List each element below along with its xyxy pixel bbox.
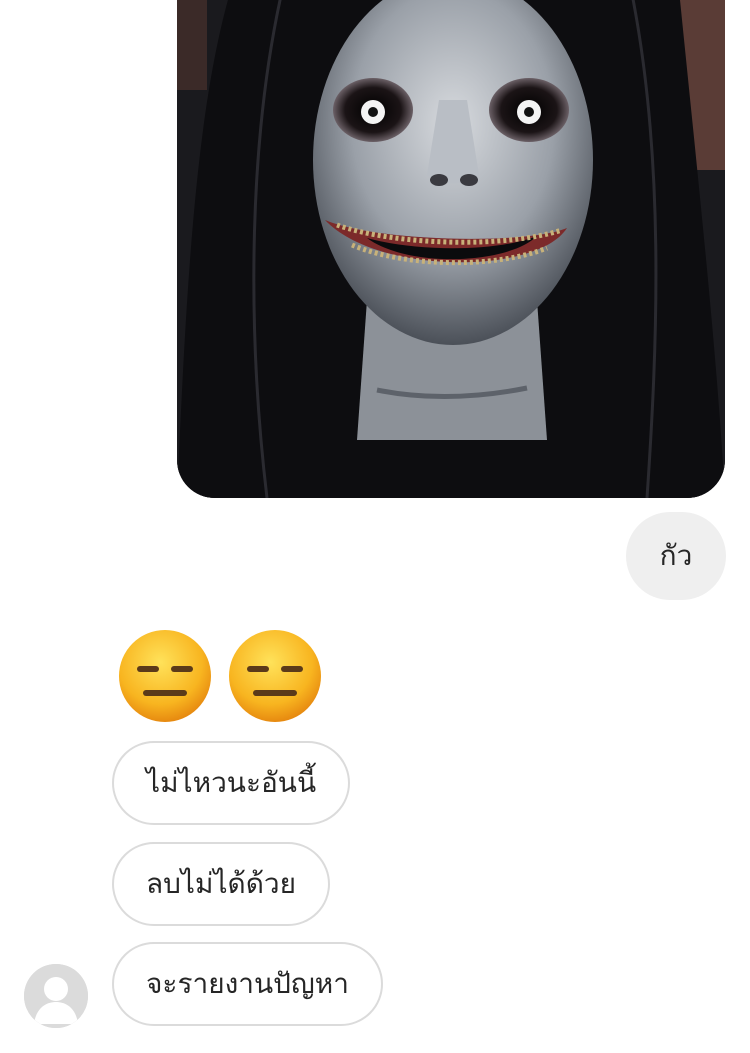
default-user-avatar-icon [24, 964, 88, 1028]
received-message-bubble[interactable]: จะรายงานปัญหา [112, 942, 383, 1026]
received-message-text: ลบไม่ได้ด้วย [146, 867, 297, 900]
sender-avatar[interactable] [24, 964, 88, 1028]
received-message-bubble[interactable]: ไม่ไหวนะอันนี้ [112, 741, 351, 825]
sent-message-bubble[interactable]: กัว [626, 512, 726, 600]
shared-photo-message[interactable] [177, 0, 725, 498]
expressionless-face-emoji-icon [229, 630, 321, 722]
expressionless-face-emoji-icon [119, 630, 211, 722]
sent-message-text: กัว [659, 539, 693, 572]
emoji-message[interactable] [117, 628, 323, 724]
received-message-text: ไม่ไหวนะอันนี้ [146, 766, 317, 799]
received-message-bubble[interactable]: ลบไม่ได้ด้วย [112, 842, 331, 926]
received-message-text: จะรายงานปัญหา [146, 967, 349, 1000]
horror-face-photo [177, 0, 725, 498]
